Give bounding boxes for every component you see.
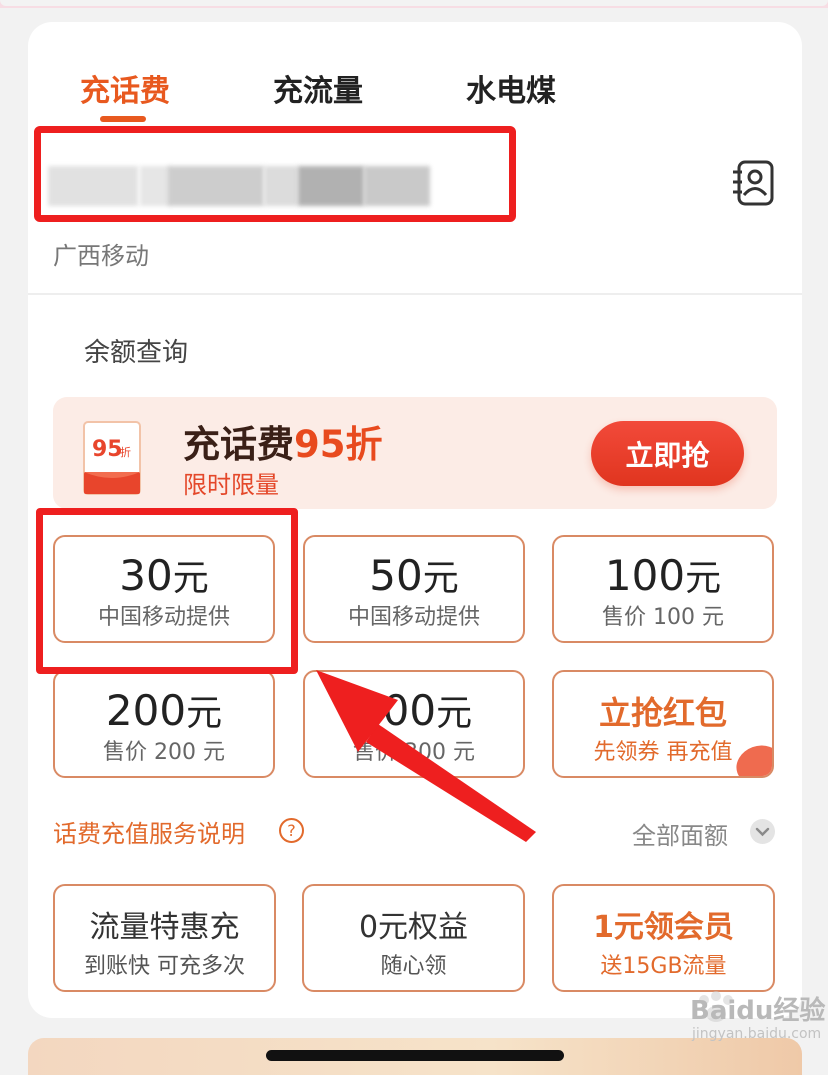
- tab-utilities[interactable]: 水电煤: [466, 66, 556, 110]
- contacts-icon[interactable]: [730, 158, 776, 208]
- grab-now-button[interactable]: 立即抢: [591, 421, 744, 486]
- amount-unit: 元: [186, 693, 223, 734]
- amount-unit: 元: [436, 693, 473, 734]
- watermark-brand: Baidu经验: [690, 996, 826, 1026]
- carrier-label: 广西移动: [53, 242, 149, 270]
- amount-number: 100: [604, 551, 686, 600]
- top-banner-edge: [0, 0, 828, 8]
- balance-query-link[interactable]: 余额查询: [84, 332, 188, 369]
- tile-subtitle: 售价 300 元: [353, 740, 475, 765]
- service-info-link[interactable]: 话费充值服务说明: [53, 814, 245, 849]
- tile-subtitle: 售价 200 元: [103, 740, 225, 765]
- watermark-url: jingyan.baidu.com: [692, 1026, 822, 1042]
- tile-title: 立抢红包: [598, 694, 727, 732]
- chevron-down-icon[interactable]: [750, 819, 775, 844]
- free-benefits-tile[interactable]: 0元权益 随心领: [302, 884, 525, 992]
- tile-amount: 200元: [55, 684, 273, 736]
- home-indicator[interactable]: [266, 1050, 564, 1061]
- membership-tile[interactable]: 1元领会员 送15GB流量: [552, 884, 775, 992]
- active-tab-indicator: [100, 116, 146, 122]
- amount-number: 200: [105, 686, 187, 735]
- promo-title-discount: 95折: [294, 423, 383, 466]
- denomination-tile-100[interactable]: 100元 售价 100 元: [552, 535, 774, 643]
- badge-number: 95: [92, 437, 123, 462]
- promo-subtitle: 限时限量: [183, 471, 279, 499]
- data-deal-tile[interactable]: 流量特惠充 到账快 可充多次: [53, 884, 276, 992]
- amount-unit: 元: [685, 558, 722, 599]
- tile-amount: 100元: [554, 549, 772, 601]
- amount-number: 50: [369, 551, 423, 600]
- divider: [28, 293, 802, 295]
- red-packet-tile[interactable]: 立抢红包 先领券 再充值: [552, 670, 774, 778]
- help-icon[interactable]: ?: [279, 818, 304, 843]
- tile-subtitle: 随心领: [380, 954, 447, 979]
- promo-title-prefix: 充话费: [183, 423, 294, 466]
- amount-unit: 元: [422, 558, 459, 599]
- tile-title: 流量特惠充: [89, 910, 240, 945]
- badge-unit: 折: [120, 445, 131, 459]
- tile-title: 0元权益: [358, 910, 469, 945]
- tile-subtitle: 送15GB流量: [600, 954, 727, 979]
- phone-number-highlight-box: [34, 126, 516, 222]
- denomination-tile-50[interactable]: 50元 中国移动提供: [303, 535, 525, 643]
- all-amounts-link[interactable]: 全部面额: [632, 816, 728, 851]
- promo-title: 充话费95折: [183, 414, 383, 468]
- tile-amount: 50元: [305, 549, 523, 601]
- tile-subtitle: 到账快 可充多次: [84, 954, 245, 979]
- tab-data[interactable]: 充流量: [273, 66, 363, 110]
- tab-phone-bill[interactable]: 充话费: [80, 66, 170, 110]
- tile-subtitle: 售价 100 元: [602, 605, 724, 630]
- tile-30-highlight-box: [36, 508, 298, 674]
- amount-number: 300: [355, 686, 437, 735]
- denomination-tile-200[interactable]: 200元 售价 200 元: [53, 670, 275, 778]
- tile-amount: 300元: [305, 684, 523, 736]
- tile-title: 1元领会员: [593, 910, 734, 945]
- denomination-tile-300[interactable]: 300元 售价 300 元: [303, 670, 525, 778]
- discount-badge-icon: 95 折: [83, 421, 141, 495]
- tile-subtitle: 中国移动提供: [347, 605, 480, 630]
